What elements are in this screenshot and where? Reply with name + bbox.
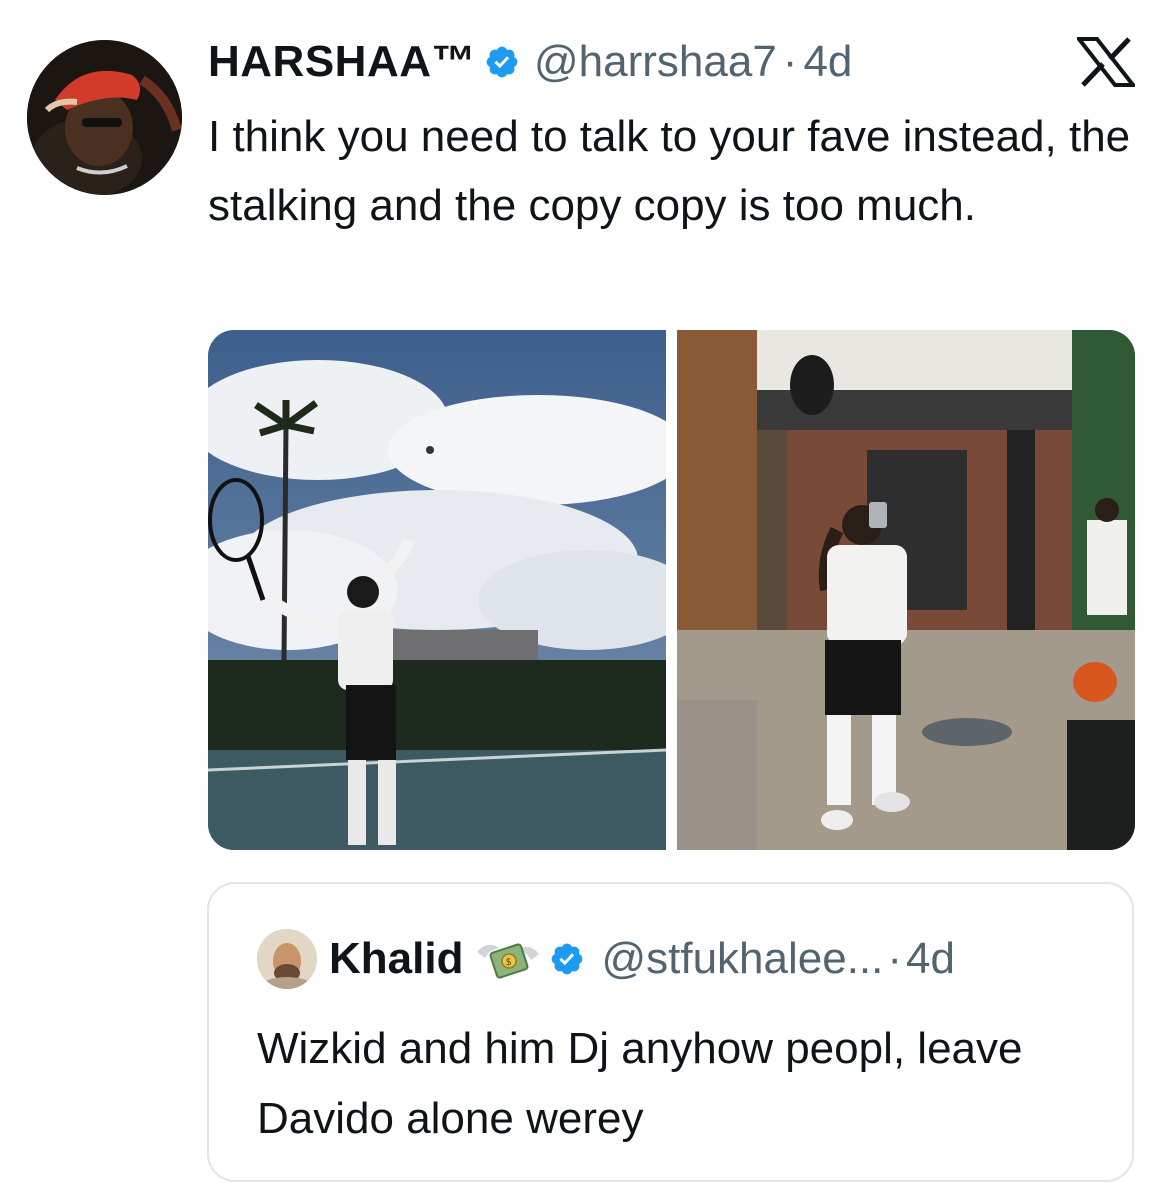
- separator-dot: ·: [782, 37, 798, 86]
- quoted-author-display-name[interactable]: Khalid: [329, 934, 463, 984]
- author-display-name[interactable]: HARSHAA™: [208, 37, 476, 87]
- verified-badge-icon: [484, 44, 520, 80]
- author-avatar[interactable]: [27, 40, 182, 195]
- photo-gym-mirror-selfie[interactable]: [677, 330, 1135, 850]
- tweet-timestamp[interactable]: 4d: [803, 37, 852, 87]
- quoted-tweet-card[interactable]: Khalid $ @stfukhalee... · 4d Wizkid and …: [207, 882, 1134, 1182]
- separator-dot: ·: [887, 934, 903, 983]
- quoted-author-avatar[interactable]: [257, 929, 317, 989]
- x-logo-icon: [1074, 37, 1138, 87]
- quoted-tweet-header: Khalid $ @stfukhalee... · 4d: [257, 929, 955, 989]
- tweet-media-grid: [208, 330, 1135, 850]
- svg-text:$: $: [506, 957, 512, 968]
- quoted-tweet-text: Wizkid and him Dj anyhow peopl, leave Da…: [257, 1024, 1023, 1143]
- money-with-wings-icon: $: [473, 934, 543, 984]
- verified-badge-icon: [549, 941, 585, 977]
- tweet-text: I think you need to talk to your fave in…: [208, 112, 1131, 230]
- quoted-author-handle[interactable]: @stfukhalee...: [601, 934, 883, 984]
- tweet-header: HARSHAA™ @harrshaa7 · 4d: [208, 32, 852, 92]
- author-handle[interactable]: @harrshaa7: [534, 37, 777, 87]
- quoted-tweet-timestamp[interactable]: 4d: [906, 934, 955, 984]
- photo-tennis-serve[interactable]: [208, 330, 666, 850]
